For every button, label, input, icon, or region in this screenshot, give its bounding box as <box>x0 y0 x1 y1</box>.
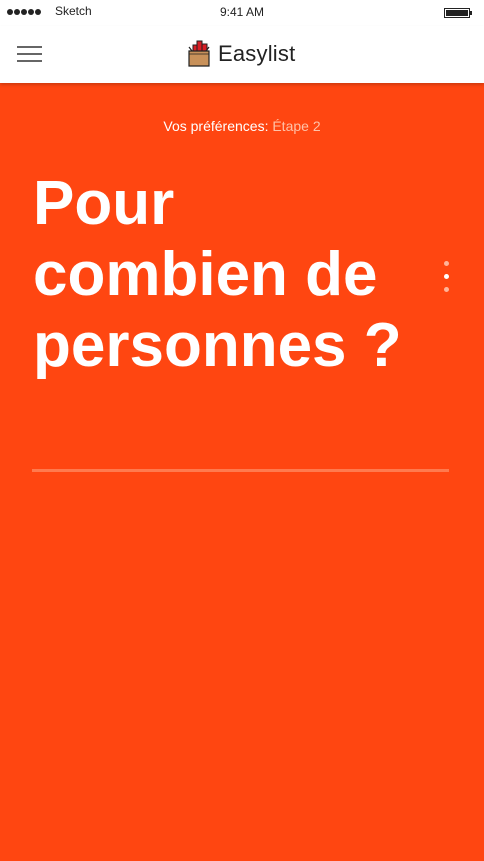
onboarding-step-screen: Vos préférences: Étape 2 Pour combien de… <box>0 83 484 861</box>
pager-dot[interactable] <box>444 261 449 266</box>
nav-bar: Easylist <box>0 26 484 83</box>
step-label: Vos préférences: <box>163 118 269 134</box>
status-bar: Sketch 9:41 AM <box>0 0 484 26</box>
vertical-dots-pager-icon[interactable] <box>443 261 449 295</box>
basket-icon <box>188 40 210 67</box>
question-line: Pour <box>33 169 175 238</box>
people-count-input[interactable] <box>32 469 449 472</box>
app-title: Easylist <box>218 41 296 66</box>
question-heading: Pour combien de personnes ? <box>33 168 453 381</box>
pager-dot[interactable] <box>444 274 449 279</box>
question-line: combien de <box>33 240 378 309</box>
step-value: Étape 2 <box>272 118 321 134</box>
question-line: personnes ? <box>33 311 402 380</box>
step-indicator: Vos préférences: Étape 2 <box>0 118 484 134</box>
battery-icon <box>444 8 472 18</box>
status-time: 9:41 AM <box>219 5 265 19</box>
pager-dot[interactable] <box>444 287 449 292</box>
brand: Easylist <box>187 38 295 70</box>
hamburger-menu-icon[interactable] <box>17 46 42 63</box>
